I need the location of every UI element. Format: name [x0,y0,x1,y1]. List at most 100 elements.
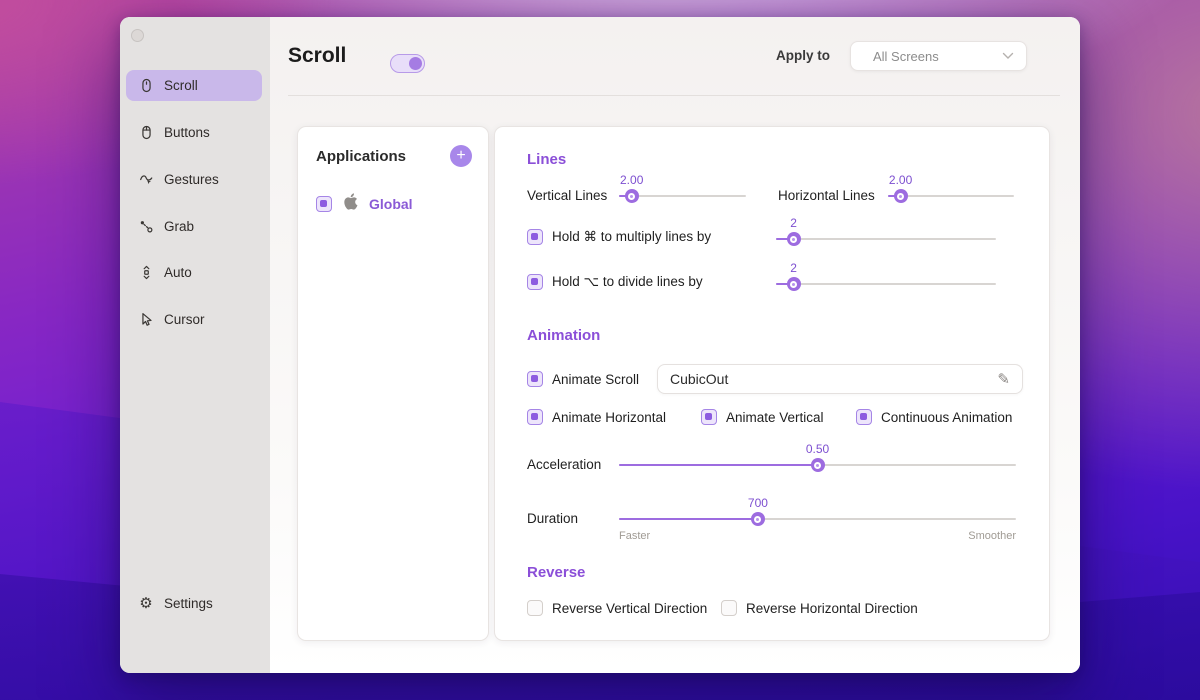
grab-icon [138,219,154,235]
sidebar-item-auto[interactable]: Auto [126,257,262,288]
sidebar-item-label: Settings [164,596,213,611]
scroll-settings-panel: Lines Vertical Lines 2.00 Horizontal Lin… [494,126,1050,641]
animate-scroll-checkbox[interactable] [527,371,543,387]
checkbox-mark [531,375,538,382]
sidebar-item-label: Buttons [164,125,210,140]
continuous-animation-checkbox[interactable] [856,409,872,425]
slider-thumb[interactable] [787,232,801,246]
apply-to-value: All Screens [873,49,1002,64]
sidebar-item-label: Grab [164,219,194,234]
sidebar-item-cursor[interactable]: Cursor [126,304,262,335]
section-heading-lines: Lines [527,151,566,168]
animate-horizontal-option[interactable]: Animate Horizontal [527,409,666,425]
animate-vertical-label: Animate Vertical [726,410,824,425]
section-heading-reverse: Reverse [527,564,585,581]
mouse-scroll-icon [138,78,154,94]
horizontal-lines-slider[interactable]: 2.00 [888,189,1014,203]
animate-horizontal-label: Animate Horizontal [552,410,666,425]
easing-field[interactable]: CubicOut ✎ [657,364,1023,394]
sidebar-item-label: Auto [164,265,192,280]
reverse-vertical-option[interactable]: Reverse Vertical Direction [527,600,707,616]
checkbox-mark [531,278,538,285]
sidebar-item-settings[interactable]: ⚙ Settings [126,588,262,619]
slider-thumb[interactable] [894,189,908,203]
sidebar-item-scroll[interactable]: Scroll [126,70,262,101]
vertical-lines-slider[interactable]: 2.00 [619,189,746,203]
multiply-lines-option[interactable]: Hold ⌘ to multiply lines by [527,229,711,245]
sidebar-item-gestures[interactable]: Gestures [126,164,262,195]
apply-to-label: Apply to [776,48,830,63]
main-content: Scroll Apply to All Screens Applications… [270,17,1080,673]
reverse-horizontal-option[interactable]: Reverse Horizontal Direction [721,600,918,616]
applications-panel: Applications + Global [297,126,489,641]
cursor-icon [138,312,154,328]
applications-title: Applications [316,148,406,165]
slider-thumb[interactable] [751,512,765,526]
continuous-animation-option[interactable]: Continuous Animation [856,409,1012,425]
slider-thumb[interactable] [787,277,801,291]
multiply-slider[interactable]: 2 [776,232,996,246]
slider-value: 2 [790,261,797,275]
application-label: Global [369,196,413,212]
divide-label: Hold ⌥ to divide lines by [552,274,703,290]
reverse-vertical-label: Reverse Vertical Direction [552,601,707,616]
horizontal-lines-label: Horizontal Lines [778,188,875,203]
scroll-enabled-toggle[interactable] [390,54,425,73]
sidebar: Scroll Buttons Gestures Grab Auto [120,17,270,673]
checkbox-mark [320,200,327,207]
chevron-down-icon [1002,47,1014,65]
application-item-global[interactable]: Global [298,193,488,215]
animate-vertical-option[interactable]: Animate Vertical [701,409,824,425]
acceleration-slider[interactable]: 0.50 [619,458,1016,472]
continuous-animation-label: Continuous Animation [881,410,1012,425]
vertical-lines-label: Vertical Lines [527,188,607,203]
slider-value: 2 [790,216,797,230]
divide-lines-option[interactable]: Hold ⌥ to divide lines by [527,274,703,290]
divide-checkbox[interactable] [527,274,543,290]
pencil-icon[interactable]: ✎ [997,370,1010,388]
animate-horizontal-checkbox[interactable] [527,409,543,425]
reverse-horizontal-label: Reverse Horizontal Direction [746,601,918,616]
acceleration-label: Acceleration [527,457,601,472]
duration-slider[interactable]: 700 Faster Smoother [619,512,1016,526]
add-application-button[interactable]: + [450,145,472,167]
page-title: Scroll [288,44,346,68]
slider-value: 0.50 [806,442,829,456]
reverse-vertical-checkbox[interactable] [527,600,543,616]
slider-value: 2.00 [889,173,912,187]
animate-scroll-label: Animate Scroll [552,372,639,387]
slider-value: 700 [748,496,768,510]
divide-slider[interactable]: 2 [776,277,996,291]
global-checkbox[interactable] [316,196,332,212]
header-divider [288,95,1060,96]
checkbox-mark [860,413,867,420]
easing-value: CubicOut [670,371,997,387]
sidebar-item-buttons[interactable]: Buttons [126,117,262,148]
slider-thumb[interactable] [811,458,825,472]
section-heading-animation: Animation [527,327,600,344]
gear-icon: ⚙ [138,596,154,612]
apple-icon [342,193,359,215]
auto-scroll-icon [138,265,154,281]
sidebar-item-grab[interactable]: Grab [126,211,262,242]
window-close-button[interactable] [131,29,144,42]
sidebar-item-label: Cursor [164,312,205,327]
command-key-icon: ⌘ [584,229,598,244]
sidebar-item-label: Gestures [164,172,219,187]
sidebar-item-label: Scroll [164,78,198,93]
multiply-checkbox[interactable] [527,229,543,245]
apply-to-select[interactable]: All Screens [850,41,1027,71]
option-key-icon: ⌥ [584,274,600,289]
multiply-label: Hold ⌘ to multiply lines by [552,229,711,245]
gestures-icon [138,172,154,188]
reverse-horizontal-checkbox[interactable] [721,600,737,616]
slider-thumb[interactable] [625,189,639,203]
duration-label: Duration [527,511,578,526]
toggle-knob [409,57,422,70]
mouse-buttons-icon [138,125,154,141]
duration-faster-hint: Faster [619,530,650,542]
checkbox-mark [531,233,538,240]
animate-scroll-option[interactable]: Animate Scroll [527,371,639,387]
slider-value: 2.00 [620,173,643,187]
animate-vertical-checkbox[interactable] [701,409,717,425]
